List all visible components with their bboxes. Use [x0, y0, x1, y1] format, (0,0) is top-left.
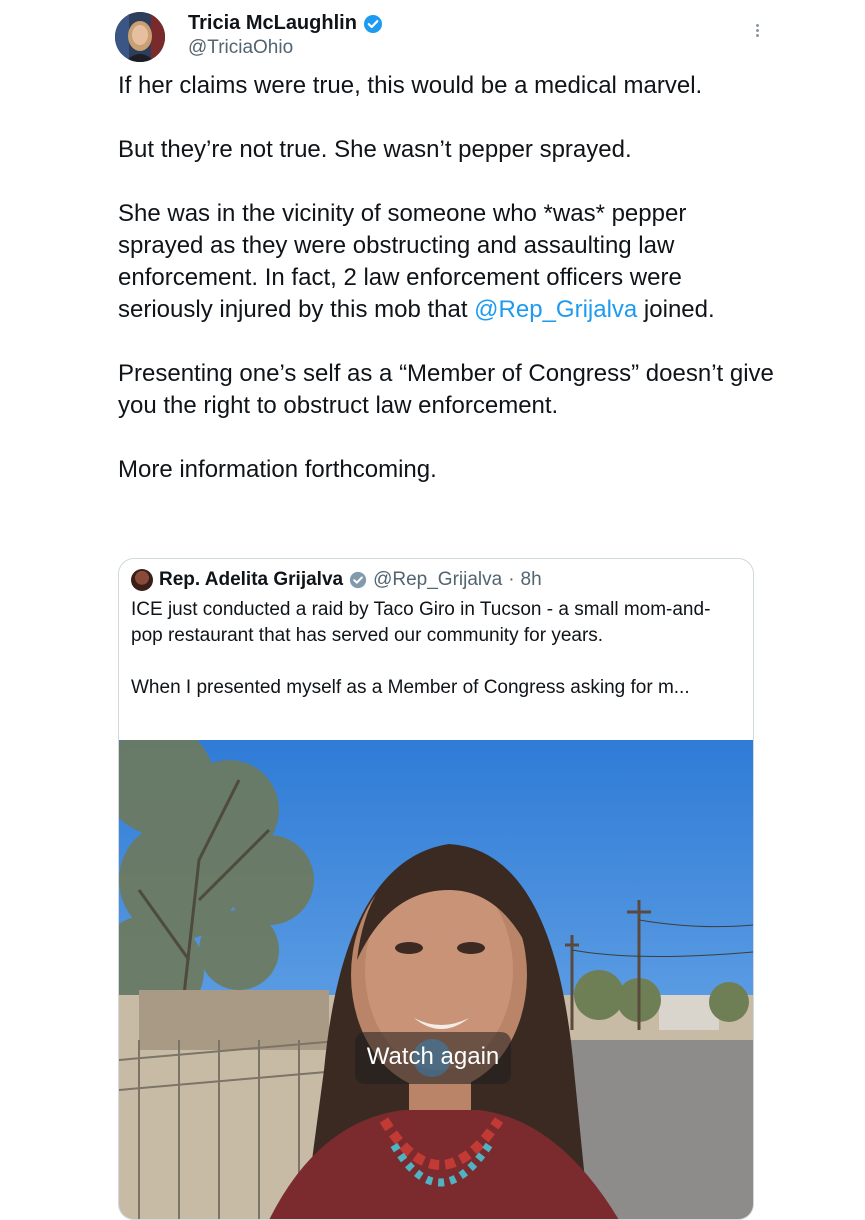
tweet-paragraph-4: Presenting one’s self as a “Member of Co…	[118, 360, 781, 419]
verified-badge-icon	[363, 14, 383, 34]
quoted-author-handle[interactable]: @Rep_Grijalva	[373, 569, 502, 591]
tweet-paragraph-2: But they’re not true. She wasn’t pepper …	[118, 136, 632, 163]
watch-again-label: Watch again	[366, 1043, 500, 1070]
author-handle[interactable]: @TriciaOhio	[188, 37, 293, 59]
quoted-timestamp[interactable]: 8h	[521, 569, 542, 591]
quoted-tweet-header: Rep. Adelita Grijalva @Rep_Grijalva · 8h	[131, 569, 542, 591]
quoted-author-name[interactable]: Rep. Adelita Grijalva	[159, 569, 343, 591]
avatar[interactable]	[115, 12, 165, 62]
more-options-icon[interactable]	[752, 22, 762, 44]
quoted-avatar[interactable]	[131, 569, 153, 591]
tweet-paragraph-3: She was in the vicinity of someone who *…	[118, 200, 715, 323]
quoted-text-paragraph-2: When I presented myself as a Member of C…	[131, 677, 690, 698]
quoted-tweet-text: ICE just conducted a raid by Taco Giro i…	[131, 597, 741, 701]
tweet-text: If her claims were true, this would be a…	[118, 70, 778, 486]
mention-link[interactable]: @Rep_Grijalva	[474, 296, 637, 323]
quoted-separator: ·	[508, 569, 515, 590]
quoted-tweet[interactable]: Rep. Adelita Grijalva @Rep_Grijalva · 8h…	[118, 558, 754, 1220]
watch-again-button[interactable]: Watch again	[355, 1032, 511, 1084]
tweet-paragraph-1: If her claims were true, this would be a…	[118, 72, 703, 99]
tweet-paragraph-3-end: joined.	[637, 296, 715, 323]
author-name-row[interactable]: Tricia McLaughlin	[188, 12, 383, 35]
verified-badge-icon	[349, 571, 367, 589]
quoted-text-paragraph-1: ICE just conducted a raid by Taco Giro i…	[131, 599, 711, 646]
video-player[interactable]: Watch again	[119, 740, 753, 1219]
author-display-name[interactable]: Tricia McLaughlin	[188, 12, 357, 35]
tweet-paragraph-5: More information forthcoming.	[118, 456, 437, 483]
video-frame	[119, 740, 753, 1219]
